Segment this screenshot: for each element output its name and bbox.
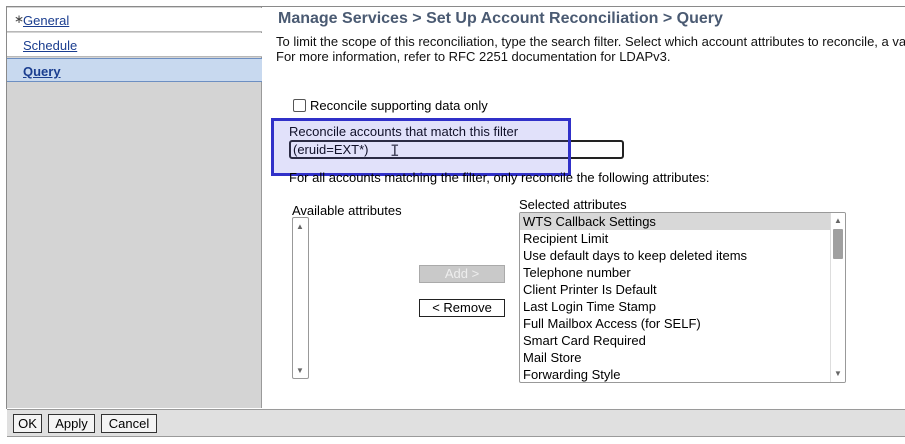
nav-link-schedule[interactable]: Schedule <box>23 38 77 53</box>
nav-item-schedule[interactable]: Schedule <box>7 33 262 57</box>
scroll-down-icon[interactable]: ▼ <box>296 366 304 375</box>
nav-link-query[interactable]: Query <box>23 64 61 79</box>
focus-highlight-box <box>271 118 571 176</box>
attributes-note: For all accounts matching the filter, on… <box>289 170 710 185</box>
add-button[interactable]: Add > <box>419 265 505 283</box>
ok-button[interactable]: OK <box>13 414 42 433</box>
page-description: To limit the scope of this reconciliatio… <box>276 34 905 64</box>
left-nav: ∗ General Schedule Query <box>7 7 262 408</box>
selected-attribute-item[interactable]: Smart Card Required <box>520 332 831 349</box>
selected-attribute-item[interactable]: Mail Store <box>520 349 831 366</box>
selected-attribute-item[interactable]: WTS Callback Settings <box>520 213 831 230</box>
main-panel: Manage Services > Set Up Account Reconci… <box>263 7 905 408</box>
scroll-up-icon[interactable]: ▲ <box>834 216 842 225</box>
supporting-data-row[interactable]: Reconcile supporting data only <box>293 98 488 113</box>
supporting-data-label: Reconcile supporting data only <box>310 98 488 113</box>
apply-button[interactable]: Apply <box>48 414 95 433</box>
selected-attribute-item[interactable]: Recipient Limit <box>520 230 831 247</box>
scroll-down-icon[interactable]: ▼ <box>834 369 842 378</box>
selected-attribute-item[interactable]: Client Printer Is Default <box>520 281 831 298</box>
selected-list-scrollbar[interactable]: ▲ ▼ <box>830 213 845 382</box>
nav-item-query[interactable]: Query <box>7 58 262 82</box>
selected-attributes-list[interactable]: WTS Callback Settings Recipient Limit Use … <box>519 212 846 383</box>
bottom-divider <box>7 436 905 437</box>
selected-attribute-item[interactable]: Forwarding Style <box>520 366 831 382</box>
selected-attributes-items: WTS Callback Settings Recipient Limit Use … <box>520 213 831 382</box>
scroll-up-icon[interactable]: ▲ <box>296 222 304 231</box>
supporting-data-checkbox[interactable] <box>293 99 306 112</box>
selected-attribute-item[interactable]: Full Mailbox Access (for SELF) <box>520 315 831 332</box>
scrollbar-thumb[interactable] <box>833 229 843 259</box>
selected-attribute-item[interactable]: Use default days to keep deleted items <box>520 247 831 264</box>
selected-attribute-item[interactable]: Last Login Time Stamp <box>520 298 831 315</box>
remove-button[interactable]: < Remove <box>419 299 505 317</box>
nav-item-general[interactable]: ∗ General <box>7 8 262 32</box>
selected-attributes-label: Selected attributes <box>519 197 627 212</box>
nav-link-general[interactable]: General <box>23 13 69 28</box>
page-title: Manage Services > Set Up Account Reconci… <box>278 10 723 27</box>
cancel-button[interactable]: Cancel <box>101 414 157 433</box>
action-bar: OK Apply Cancel <box>7 409 905 436</box>
available-attributes-list[interactable]: ▲ ▼ <box>292 217 309 379</box>
available-attributes-label: Available attributes <box>292 203 402 218</box>
selected-attribute-item[interactable]: Telephone number <box>520 264 831 281</box>
